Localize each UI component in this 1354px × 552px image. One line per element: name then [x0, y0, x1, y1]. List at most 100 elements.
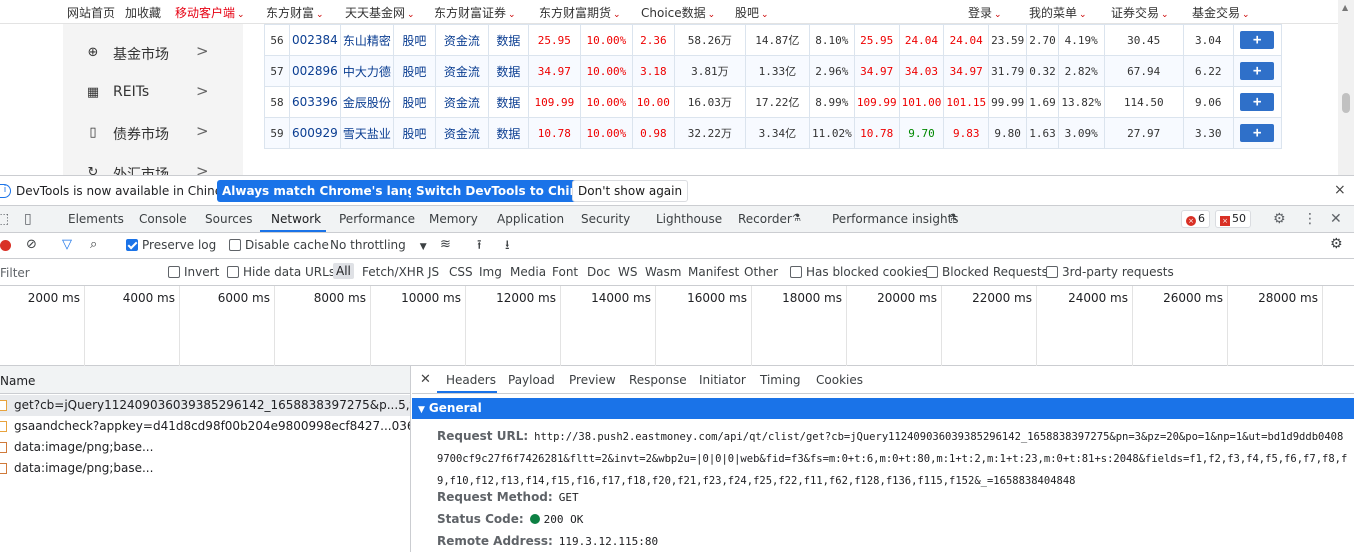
cell-guba[interactable]: 股吧 — [392, 86, 436, 118]
nav-link-5[interactable]: 东方财富证券 ⌄ — [434, 4, 516, 21]
type-filter-7[interactable]: Doc — [587, 265, 610, 279]
detail-tab-2[interactable]: Preview — [569, 373, 616, 387]
nav-right-link-0[interactable]: 登录 ⌄ — [968, 4, 1002, 21]
network-settings-icon[interactable]: ⚙ — [1330, 236, 1343, 252]
name-column-header[interactable]: Name — [0, 366, 410, 394]
errors-badge[interactable]: × 6 — [1181, 210, 1210, 228]
cell-zjl[interactable]: 资金流 — [434, 24, 489, 56]
type-filter-9[interactable]: Wasm — [645, 265, 681, 279]
cell-zjl[interactable]: 资金流 — [434, 86, 489, 118]
network-conditions-icon[interactable]: ≋ — [440, 237, 451, 252]
third-party-checkbox[interactable]: 3rd-party requests — [1046, 265, 1174, 279]
device-toolbar-icon[interactable]: ▯ — [24, 211, 32, 227]
type-filter-4[interactable]: Img — [479, 265, 502, 279]
nav-link-1[interactable]: 加收藏 — [125, 4, 161, 21]
type-filter-1[interactable]: Fetch/XHR — [362, 265, 424, 279]
nav-link-3[interactable]: 东方财富 ⌄ — [266, 4, 324, 21]
tab-0[interactable]: Elements — [68, 212, 124, 226]
detail-tab-1[interactable]: Payload — [508, 373, 555, 387]
close-infobar-icon[interactable]: × — [1334, 182, 1346, 198]
network-overview-timeline[interactable]: 2000 ms 4000 ms 6000 ms 8000 ms 10000 ms 1200… — [0, 286, 1354, 366]
add-to-watchlist-button[interactable]: + — [1240, 31, 1275, 49]
tab-3[interactable]: Network — [271, 212, 321, 226]
type-filter-10[interactable]: Manifest — [688, 265, 739, 279]
nav-link-2[interactable]: 移动客户端 ⌄ — [175, 4, 245, 21]
type-filter-0[interactable]: All — [333, 263, 354, 279]
cell-name[interactable]: 金辰股份 — [339, 86, 394, 118]
preserve-log-checkbox[interactable]: Preserve log — [126, 238, 216, 252]
nav-link-8[interactable]: 股吧 ⌄ — [735, 4, 769, 21]
cell-name[interactable]: 中大力德 — [339, 55, 394, 87]
blocked-cookies-checkbox[interactable]: Has blocked cookies — [790, 265, 928, 279]
inspect-element-icon[interactable]: ⬚ — [0, 211, 9, 227]
cell-guba[interactable]: 股吧 — [392, 117, 436, 149]
type-filter-2[interactable]: JS — [428, 265, 439, 279]
request-row[interactable]: gsaandcheck?appkey=d41d8cd98f00b204e9800… — [0, 416, 410, 437]
warnings-badge[interactable]: × 50 — [1215, 210, 1251, 228]
type-filter-5[interactable]: Media — [510, 265, 546, 279]
tab-7[interactable]: Security — [581, 212, 630, 226]
clear-icon[interactable]: ⊘ — [26, 237, 37, 252]
type-filter-6[interactable]: Font — [552, 265, 578, 279]
cell-zjl[interactable]: 资金流 — [434, 55, 489, 87]
menu-item-1[interactable]: ▦ REITs > — [63, 73, 243, 113]
settings-gear-icon[interactable]: ⚙ — [1273, 211, 1286, 227]
nav-right-link-1[interactable]: 我的菜单 ⌄ — [1029, 4, 1087, 21]
cell-name[interactable]: 东山精密 — [339, 24, 394, 56]
cell-sj[interactable]: 数据 — [487, 117, 529, 149]
detail-tab-3[interactable]: Response — [629, 373, 687, 387]
cell-sj[interactable]: 数据 — [487, 55, 529, 87]
menu-item-0[interactable]: ⊕ 基金市场 > — [63, 33, 243, 73]
export-har-icon[interactable]: ⭳ — [505, 236, 510, 258]
add-to-watchlist-button[interactable]: + — [1240, 124, 1275, 142]
cell-sj[interactable]: 数据 — [487, 86, 529, 118]
nav-link-6[interactable]: 东方财富期货 ⌄ — [539, 4, 621, 21]
blocked-requests-checkbox[interactable]: Blocked Requests — [926, 265, 1048, 279]
cell-guba[interactable]: 股吧 — [392, 24, 436, 56]
menu-item-2[interactable]: ▯ 债券市场 > — [63, 113, 243, 153]
search-icon[interactable]: ⌕ — [90, 237, 97, 252]
cell-code[interactable]: 002896 — [289, 55, 341, 87]
cell-code[interactable]: 600929 — [289, 117, 341, 149]
page-scrollbar[interactable]: ▲ — [1338, 0, 1354, 175]
scroll-up-icon[interactable]: ▲ — [1342, 3, 1348, 12]
type-filter-8[interactable]: WS — [618, 265, 637, 279]
dont-show-again-button[interactable]: Don't show again — [572, 180, 689, 202]
detail-tab-4[interactable]: Initiator — [699, 373, 746, 387]
add-to-watchlist-button[interactable]: + — [1240, 93, 1275, 111]
tab-8[interactable]: Lighthouse — [656, 212, 722, 226]
close-devtools-icon[interactable]: ✕ — [1330, 211, 1342, 227]
nav-link-7[interactable]: Choice数据 ⌄ — [641, 4, 715, 21]
hide-data-urls-checkbox[interactable]: Hide data URLs — [227, 265, 335, 279]
more-options-icon[interactable]: ⋮ — [1303, 211, 1317, 227]
tab-2[interactable]: Sources — [205, 212, 252, 226]
import-har-icon[interactable]: ⭱ — [477, 236, 482, 258]
general-section-header[interactable]: ▼ General — [412, 398, 1354, 419]
request-row[interactable]: get?cb=jQuery112409036039385296142_16588… — [0, 395, 410, 416]
close-details-icon[interactable]: ✕ — [420, 372, 431, 387]
cell-code[interactable]: 002384 — [289, 24, 341, 56]
nav-right-link-3[interactable]: 基金交易 ⌄ — [1192, 4, 1250, 21]
request-row[interactable]: data:image/png;base... — [0, 458, 410, 479]
tab-9[interactable]: Recorder — [738, 212, 792, 226]
cell-guba[interactable]: 股吧 — [392, 55, 436, 87]
invert-checkbox[interactable]: Invert — [168, 265, 219, 279]
detail-tab-0[interactable]: Headers — [446, 373, 496, 387]
nav-right-link-2[interactable]: 证券交易 ⌄ — [1111, 4, 1169, 21]
add-to-watchlist-button[interactable]: + — [1240, 62, 1275, 80]
scrollbar-thumb[interactable] — [1342, 93, 1350, 113]
tab-10[interactable]: Performance insights — [832, 212, 959, 226]
request-row[interactable]: data:image/png;base... — [0, 437, 410, 458]
cell-sj[interactable]: 数据 — [487, 24, 529, 56]
cell-name[interactable]: 雪天盐业 — [339, 117, 394, 149]
disable-cache-checkbox[interactable]: Disable cache — [229, 238, 329, 252]
cell-code[interactable]: 603396 — [289, 86, 341, 118]
cell-zjl[interactable]: 资金流 — [434, 117, 489, 149]
tab-4[interactable]: Performance — [339, 212, 415, 226]
menu-item-3[interactable]: ↻ 外汇市场 > — [63, 153, 243, 175]
type-filter-3[interactable]: CSS — [449, 265, 473, 279]
tab-6[interactable]: Application — [497, 212, 564, 226]
tab-1[interactable]: Console — [139, 212, 187, 226]
filter-icon[interactable]: ▽ — [62, 237, 72, 252]
nav-link-0[interactable]: 网站首页 — [67, 4, 115, 21]
